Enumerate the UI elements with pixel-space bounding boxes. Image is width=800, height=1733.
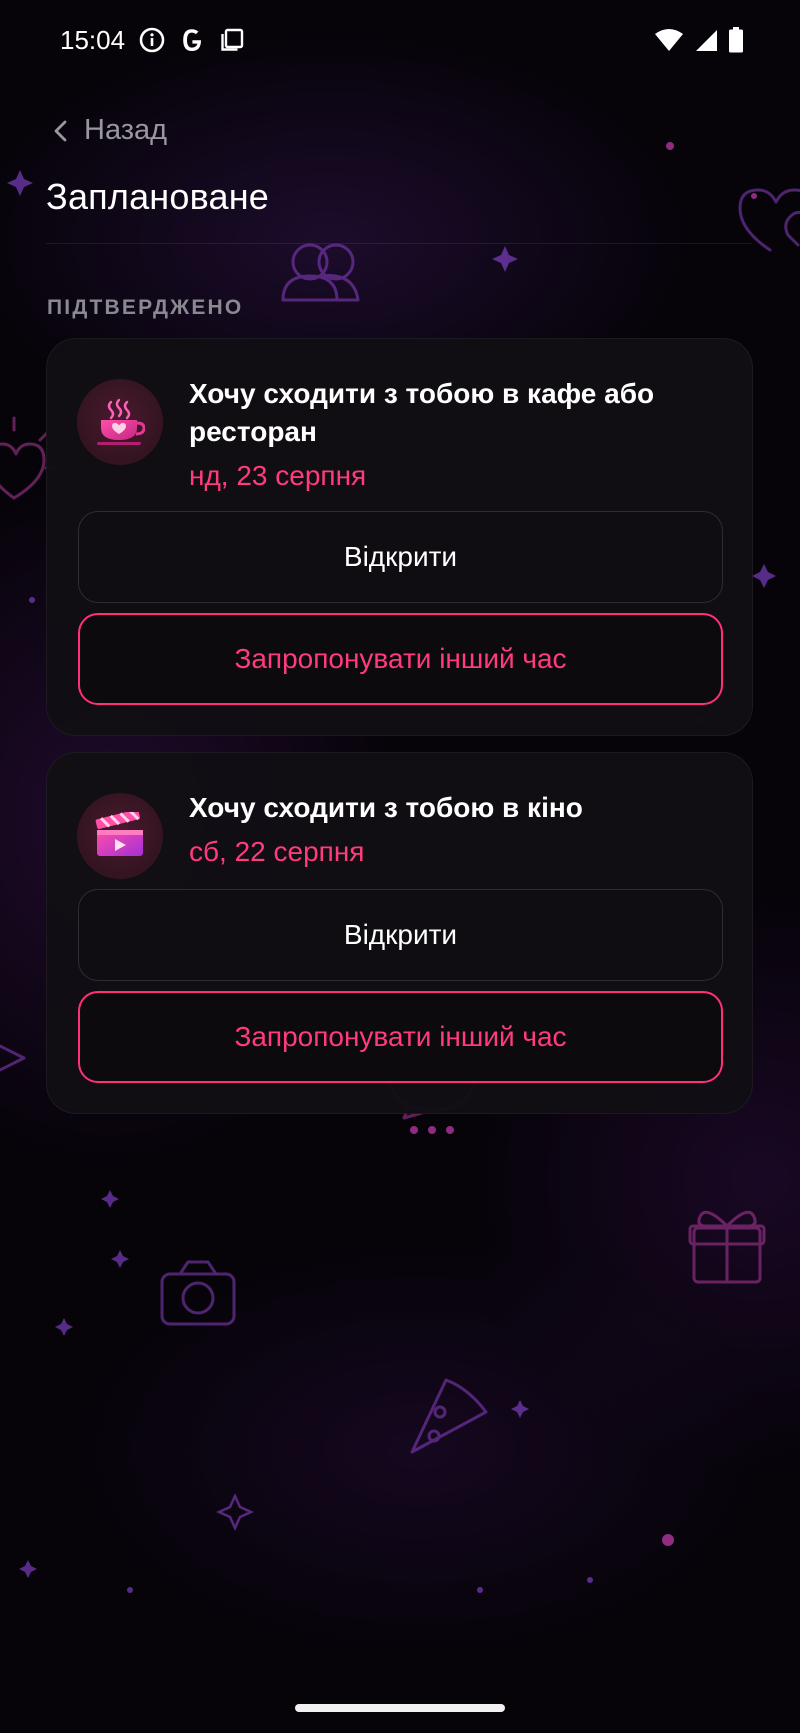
open-button[interactable]: Відкрити bbox=[78, 889, 723, 981]
card-header: Хочу сходити з тобою в кіно сб, 22 серпн… bbox=[77, 792, 722, 879]
info-icon bbox=[139, 27, 165, 53]
app-screen: 15:04 Назад Заплановане ПІДТВЕРДЖЕНО Хоч… bbox=[0, 0, 800, 1733]
open-button[interactable]: Відкрити bbox=[78, 511, 723, 603]
suggest-another-time-button[interactable]: Запропонувати інший час bbox=[78, 991, 723, 1083]
back-button[interactable]: Назад bbox=[52, 114, 167, 147]
camera-bg-icon bbox=[160, 1260, 236, 1326]
page-title: Заплановане bbox=[46, 176, 270, 217]
chevron-left-icon bbox=[52, 119, 70, 143]
card-date: сб, 22 серпня bbox=[189, 836, 365, 867]
card-title: Хочу сходити з тобою в кіно bbox=[189, 792, 583, 823]
cell-signal-icon bbox=[694, 28, 718, 52]
status-bar: 15:04 bbox=[0, 0, 800, 80]
suggest-another-time-button[interactable]: Запропонувати інший час bbox=[78, 613, 723, 705]
gift-bg-icon bbox=[688, 1210, 766, 1284]
status-right bbox=[654, 27, 744, 53]
coffee-cup-icon bbox=[95, 398, 145, 446]
card-avatar bbox=[77, 379, 163, 465]
header-divider bbox=[46, 243, 752, 244]
google-icon bbox=[179, 27, 205, 53]
card-text: Хочу сходити з тобою в кафе або ресторан… bbox=[189, 375, 722, 493]
section-label-confirmed: ПІДТВЕРДЖЕНО bbox=[47, 296, 244, 319]
back-label: Назад bbox=[84, 114, 168, 146]
clock: 15:04 bbox=[60, 24, 126, 55]
card-avatar bbox=[77, 793, 163, 879]
clapperboard-icon bbox=[91, 812, 149, 860]
paper-plane-bg-icon bbox=[0, 1044, 26, 1072]
date-card: Хочу сходити з тобою в кіно сб, 22 серпн… bbox=[46, 752, 753, 1114]
heart-bg-icon bbox=[738, 188, 800, 252]
card-text: Хочу сходити з тобою в кіно сб, 22 серпн… bbox=[189, 789, 583, 879]
wifi-icon bbox=[654, 28, 684, 52]
battery-icon bbox=[728, 27, 744, 53]
status-left: 15:04 bbox=[60, 25, 245, 56]
copy-icon bbox=[219, 27, 245, 53]
card-title: Хочу сходити з тобою в кафе або ресторан bbox=[189, 378, 655, 447]
pizza-bg-icon bbox=[410, 1378, 488, 1454]
card-header: Хочу сходити з тобою в кафе або ресторан… bbox=[77, 378, 722, 493]
home-indicator[interactable] bbox=[295, 1704, 505, 1712]
date-card: Хочу сходити з тобою в кафе або ресторан… bbox=[46, 338, 753, 736]
card-date: нд, 23 серпня bbox=[189, 460, 367, 491]
people-bg-icon bbox=[281, 243, 360, 302]
